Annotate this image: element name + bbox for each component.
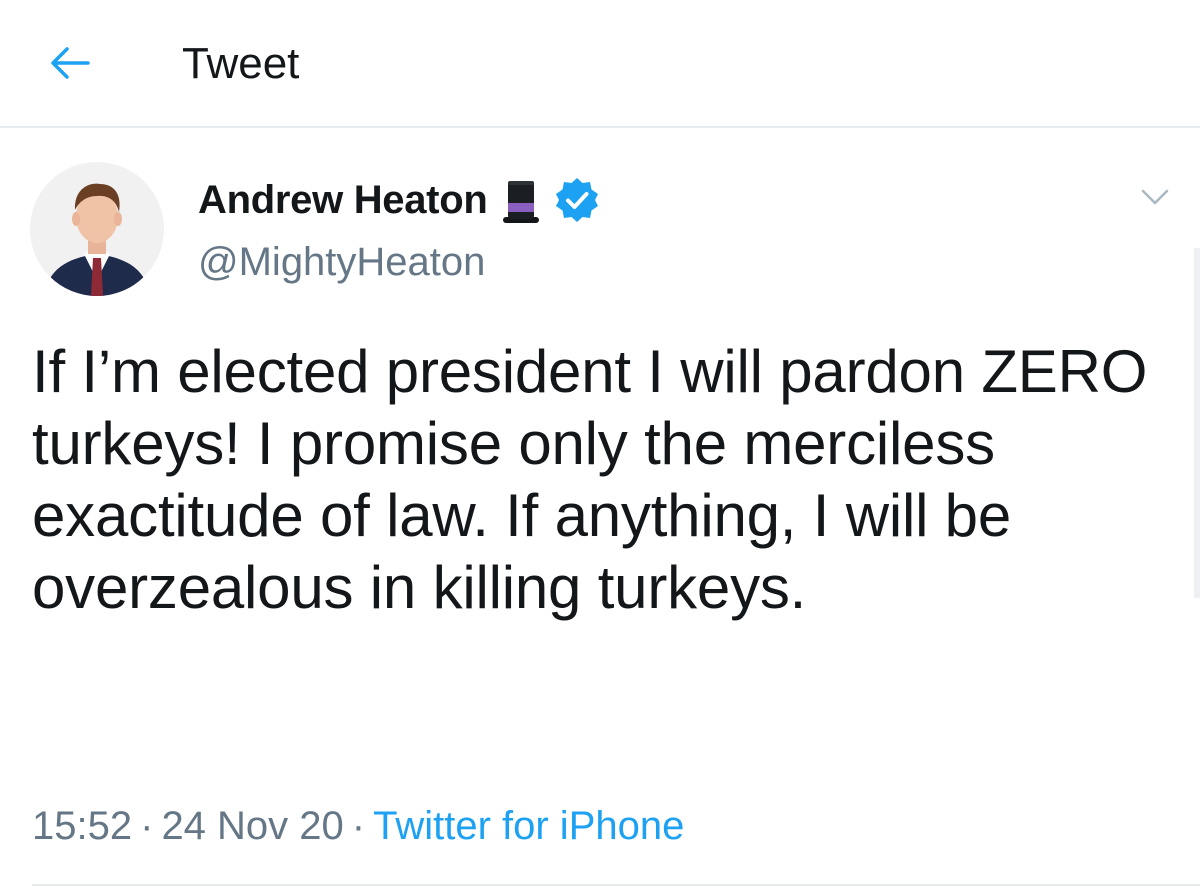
avatar-image: [30, 162, 164, 296]
meta-separator: ·: [140, 804, 154, 848]
page-title: Tweet: [182, 39, 300, 88]
tweet-source-link[interactable]: Twitter for iPhone: [373, 804, 684, 848]
scrollbar[interactable]: [1194, 248, 1200, 598]
tweet-time: 15:52: [32, 804, 133, 848]
tweet-text: If I’m elected president I will pardon Z…: [32, 338, 1148, 621]
tweet-date: 24 Nov 20: [161, 804, 344, 848]
arrow-left-icon: [51, 47, 90, 79]
author-handle[interactable]: @MightyHeaton: [198, 240, 485, 285]
top-hat-icon: [503, 181, 540, 223]
verified-badge-icon: [556, 178, 599, 222]
top-app-bar: Tweet: [0, 0, 1200, 128]
author-display-name: Andrew Heaton: [198, 177, 488, 222]
divider: [32, 884, 1200, 886]
chevron-down-icon[interactable]: [1138, 184, 1172, 210]
tweet-meta: 15:52 · 24 Nov 20 · Twitter for iPhone: [32, 800, 684, 852]
back-button[interactable]: [44, 38, 94, 88]
avatar[interactable]: [30, 162, 164, 296]
author-name-row[interactable]: Andrew Heaton: [198, 172, 601, 228]
meta-separator: ·: [351, 804, 366, 848]
